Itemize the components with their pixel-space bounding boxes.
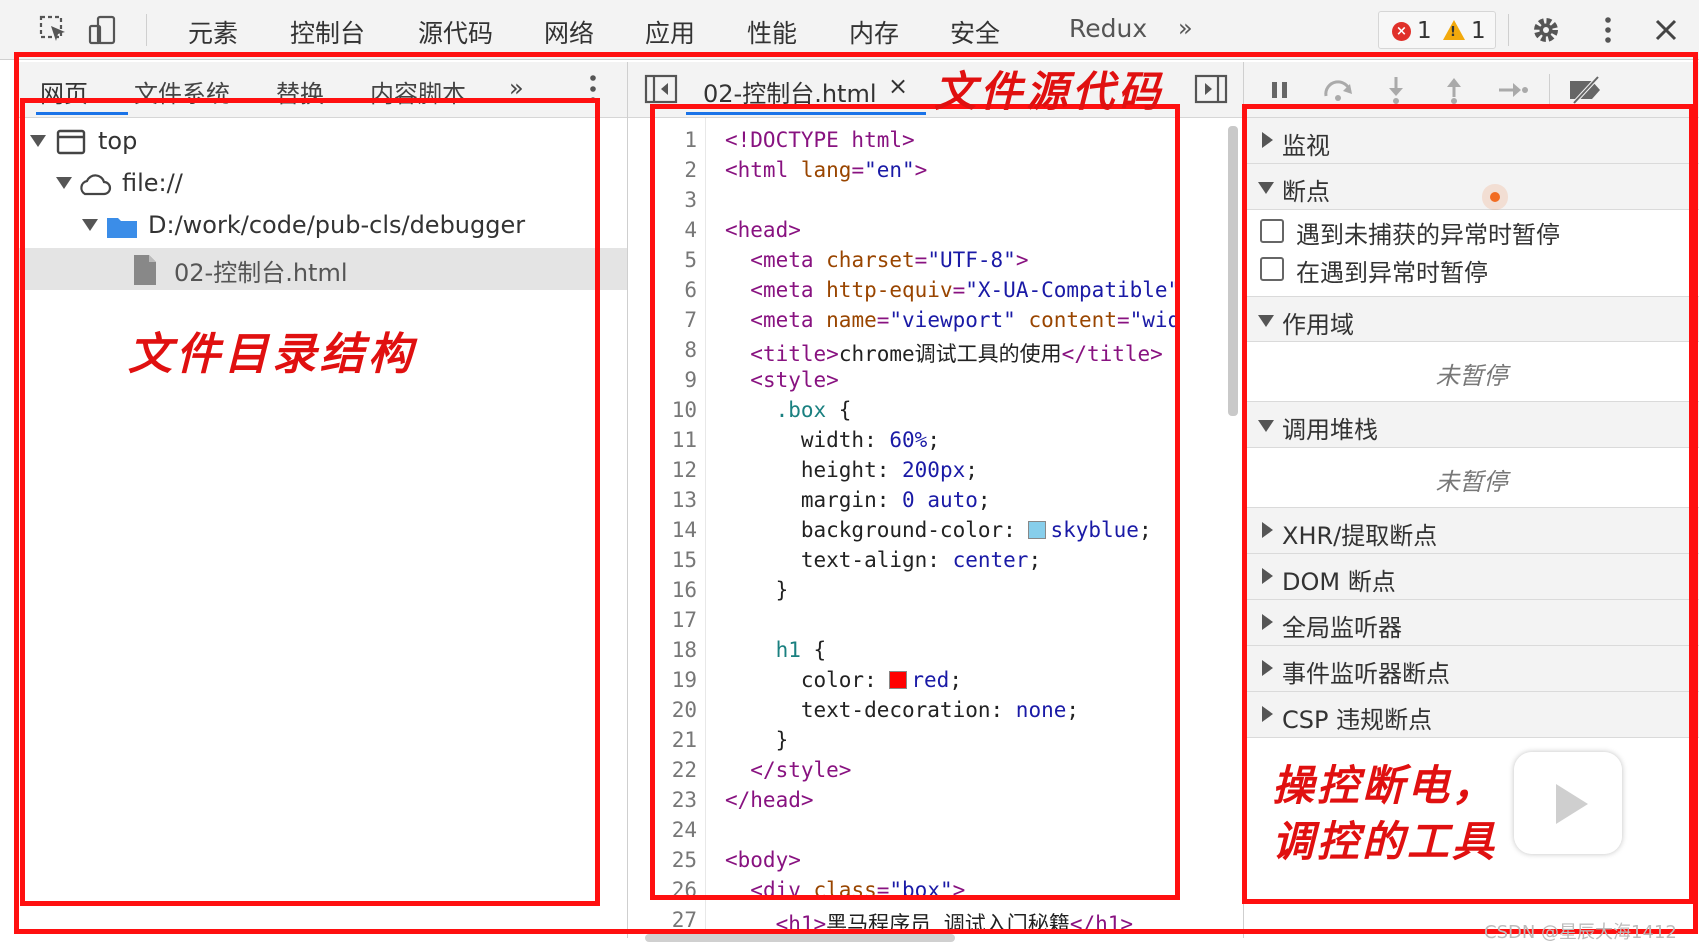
error-icon: ×	[1392, 22, 1411, 41]
more-tabs-icon[interactable]: »	[1178, 14, 1193, 42]
tab-elements[interactable]: 元素	[188, 14, 238, 50]
error-count: 1	[1417, 18, 1432, 44]
annotation-file-tree-box	[20, 98, 600, 906]
tab-network[interactable]: 网络	[544, 14, 594, 50]
close-icon[interactable]	[1648, 12, 1684, 48]
annotation-file-tree-label: 文件目录结构	[128, 329, 416, 380]
annotation-source-box	[650, 104, 1180, 900]
tab-security[interactable]: 安全	[950, 14, 1000, 50]
annotation-debugger-label-2: 调控的工具	[1272, 817, 1498, 866]
inspect-element-icon[interactable]	[36, 12, 72, 48]
issue-counter[interactable]: × 1 ! 1	[1378, 11, 1496, 49]
annotation-source-label: 文件源代码	[934, 67, 1165, 116]
tab-performance[interactable]: 性能	[747, 14, 797, 50]
watermark: CSDN @星辰大海1412	[1484, 922, 1677, 943]
device-toolbar-icon[interactable]	[84, 12, 120, 48]
more-vert-icon[interactable]	[1590, 12, 1626, 48]
settings-gear-icon[interactable]	[1528, 12, 1564, 48]
tab-sources[interactable]: 源代码	[418, 14, 493, 50]
tab-redux[interactable]: Redux	[1069, 14, 1147, 43]
annotation-debugger-label-1: 操控断电，	[1272, 761, 1498, 810]
tab-console[interactable]: 控制台	[290, 14, 365, 50]
warning-count: 1	[1471, 18, 1486, 44]
tab-memory[interactable]: 内存	[849, 14, 899, 50]
tab-application[interactable]: 应用	[645, 14, 695, 50]
horizontal-scrollbar[interactable]	[645, 934, 955, 942]
video-play-button[interactable]	[1514, 752, 1622, 854]
play-icon	[1556, 784, 1588, 824]
devtools-toolbar: 元素 控制台 源代码 网络 应用 性能 内存 安全 Redux » × 1 ! …	[0, 0, 1699, 60]
